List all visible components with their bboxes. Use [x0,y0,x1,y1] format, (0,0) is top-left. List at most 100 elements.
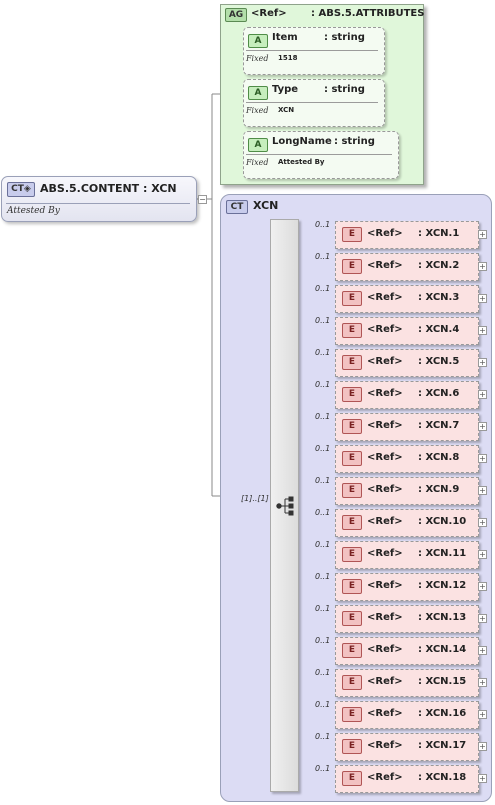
expand-toggle[interactable]: + [478,550,487,559]
element-icon: E [342,643,362,658]
attribute-name: Item [272,32,298,43]
element-type: : XCN.16 [418,708,467,719]
element-ref: <Ref> [367,356,403,367]
element-ref: <Ref> [367,516,403,527]
attribute-separator [246,102,378,103]
expand-toggle[interactable]: + [478,710,487,719]
expand-toggle[interactable]: + [478,358,487,367]
element-occurrence: 0..1 [315,252,331,261]
element-type: : XCN.3 [418,292,460,303]
element-xcn-15[interactable]: E <Ref> : XCN.15 [335,669,479,697]
root-documentation: Attested By [7,206,60,216]
attribute-group[interactable]: AG <Ref> : ABS.5.ATTRIBUTES A Item : str… [220,4,424,185]
root-collapse-toggle[interactable]: − [198,195,207,204]
element-xcn-16[interactable]: E <Ref>: XCN.16 [335,701,479,729]
expand-toggle[interactable]: + [478,518,487,527]
element-xcn-6[interactable]: E <Ref> : XCN.6 [335,381,479,409]
complex-type-icon: CT◈ [7,182,35,197]
attribute-type: : string [334,136,375,147]
element-type: : XCN.1 [418,228,460,239]
element-xcn-9[interactable]: E <Ref>: XCN.9 [335,477,479,505]
expand-toggle[interactable]: + [478,614,487,623]
element-xcn-8[interactable]: E <Ref>: XCN.8 [335,445,479,473]
element-type: : XCN.12 [418,580,467,591]
element-ref: <Ref> [367,676,403,687]
element-ref: <Ref> [367,260,403,271]
element-icon: E [342,515,362,530]
element-xcn-13[interactable]: E <Ref>: XCN.13 [335,605,479,633]
element-occurrence: 0..1 [315,572,331,581]
element-type: : XCN.4 [418,324,460,335]
element-ref: <Ref> [367,708,403,719]
attribute-item[interactable]: A Item : string Fixed 1518 [243,27,385,75]
element-ref: <Ref> [367,580,403,591]
element-xcn-12[interactable]: E <Ref>: XCN.12 [335,573,479,601]
expand-toggle[interactable]: + [478,742,487,751]
element-icon: E [342,387,362,402]
element-ref: <Ref> [367,324,403,335]
element-ref: <Ref> [367,292,403,303]
element-type: : XCN.6 [418,388,460,399]
attribute-fixed-label: Fixed [246,54,269,63]
attribute-fixed-value: 1518 [278,54,298,62]
element-xcn-11[interactable]: E <Ref>: XCN.11 [335,541,479,569]
root-complex-type[interactable]: CT◈ ABS.5.CONTENT : XCN Attested By [1,176,197,222]
attribute-icon: A [248,34,268,48]
expand-toggle[interactable]: + [478,390,487,399]
element-type: : XCN.5 [418,356,460,367]
element-icon: E [342,227,362,242]
expand-toggle[interactable]: + [478,294,487,303]
element-xcn-4[interactable]: E <Ref> : XCN.4 [335,317,479,345]
element-type: : XCN.15 [418,676,467,687]
element-xcn-18[interactable]: E <Ref>: XCN.18 [335,765,479,793]
element-icon: E [342,323,362,338]
element-occurrence: 0..1 [315,668,331,677]
complex-type-icon: CT [226,200,248,214]
attribute-separator [246,154,392,155]
attribute-name: Type [272,84,299,95]
expand-toggle[interactable]: + [478,230,487,239]
element-xcn-10[interactable]: E <Ref>: XCN.10 [335,509,479,537]
expand-toggle[interactable]: + [478,486,487,495]
element-ref: <Ref> [367,388,403,399]
expand-toggle[interactable]: + [478,774,487,783]
root-separator [6,203,190,204]
element-icon: E [342,739,362,754]
expand-toggle[interactable]: + [478,454,487,463]
element-icon: E [342,419,362,434]
expand-toggle[interactable]: + [478,582,487,591]
attribute-icon: A [248,138,268,152]
element-xcn-17[interactable]: E <Ref>: XCN.17 [335,733,479,761]
expand-toggle[interactable]: + [478,678,487,687]
attribute-fixed-value: Attested By [278,158,325,166]
element-xcn-7[interactable]: E <Ref>: XCN.7 [335,413,479,441]
element-occurrence: 0..1 [315,380,331,389]
element-icon: E [342,547,362,562]
element-type: : XCN.2 [418,260,460,271]
element-type: : XCN.13 [418,612,467,623]
expand-toggle[interactable]: + [478,262,487,271]
element-occurrence: 0..1 [315,540,331,549]
element-occurrence: 0..1 [315,220,331,229]
element-icon: E [342,675,362,690]
element-xcn-14[interactable]: E <Ref>: XCN.14 [335,637,479,665]
element-occurrence: 0..1 [315,700,331,709]
root-title: ABS.5.CONTENT : XCN [40,182,177,195]
expand-toggle[interactable]: + [478,422,487,431]
element-xcn-5[interactable]: E <Ref>: XCN.5 [335,349,479,377]
element-occurrence: 0..1 [315,732,331,741]
attribute-longname-item[interactable]: A LongName : string Fixed Attested By [243,131,399,179]
attribute-type-item[interactable]: A Type : string Fixed XCN [243,79,385,127]
element-icon: E [342,611,362,626]
element-occurrence: 0..1 [315,348,331,357]
attribute-type: : string [324,32,365,43]
expand-toggle[interactable]: + [478,326,487,335]
element-xcn-2[interactable]: E <Ref>: XCN.2 [335,253,479,281]
attribute-fixed-value: XCN [278,106,295,114]
element-ref: <Ref> [367,452,403,463]
element-xcn-1[interactable]: E <Ref>: XCN.1 [335,221,479,249]
attribute-fixed-label: Fixed [246,158,269,167]
expand-toggle[interactable]: + [478,646,487,655]
element-xcn-3[interactable]: E <Ref>: XCN.3 [335,285,479,313]
element-type: : XCN.18 [418,772,467,783]
